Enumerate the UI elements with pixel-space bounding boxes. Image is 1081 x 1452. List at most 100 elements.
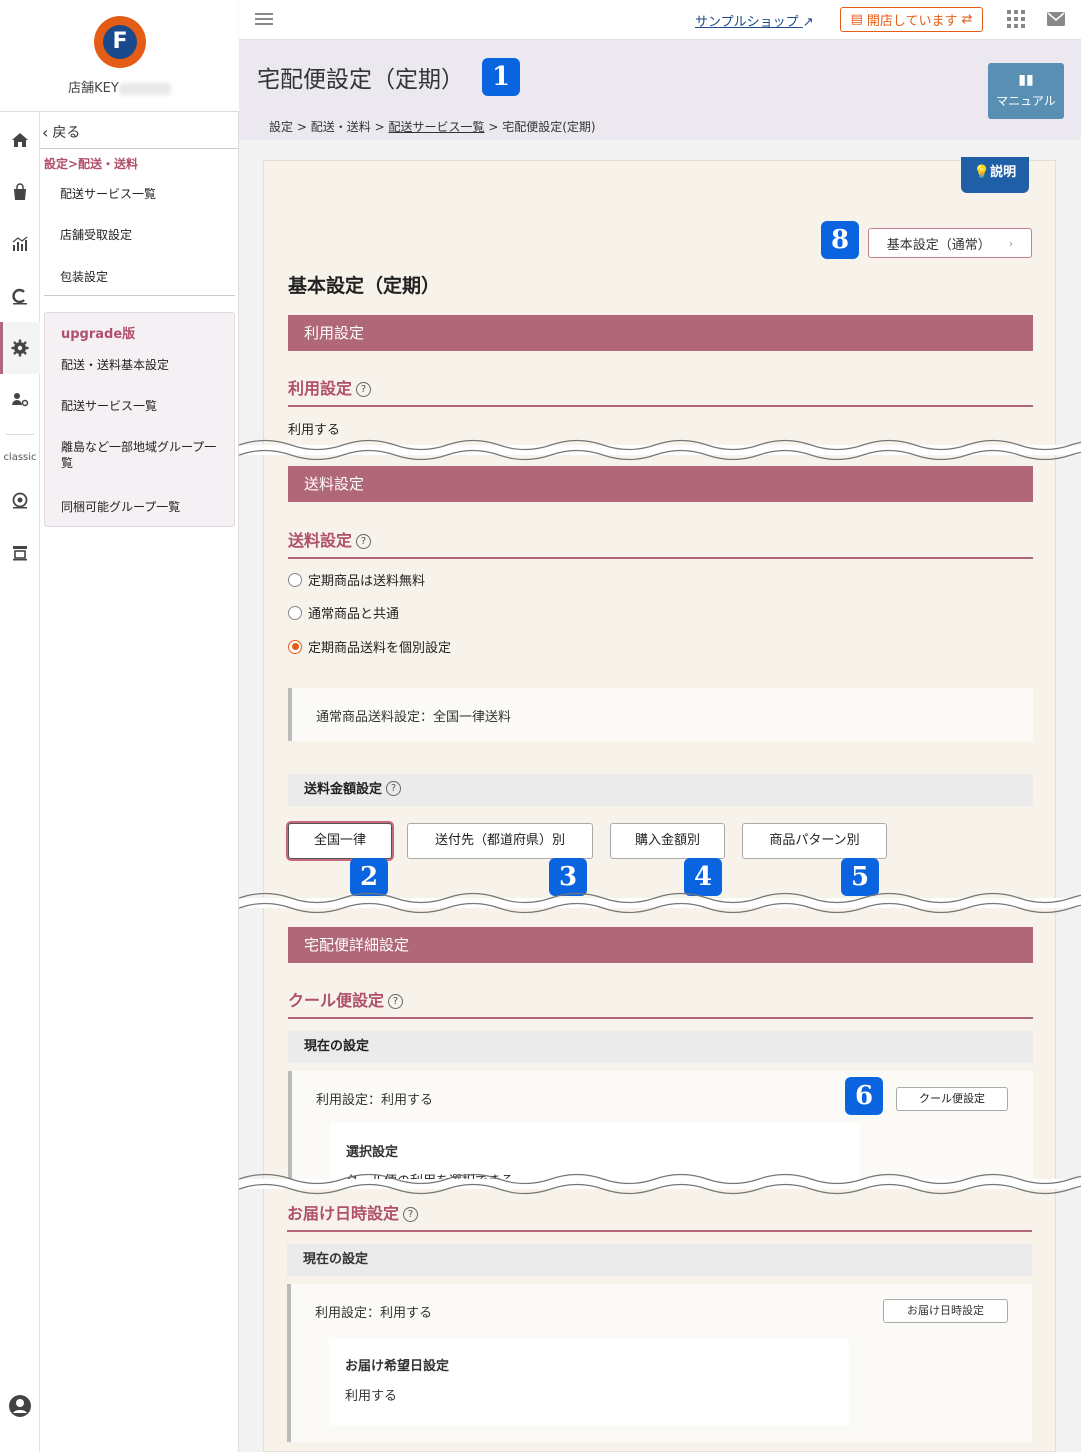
upgrade-title: upgrade版 (61, 327, 136, 342)
breadcrumb-separator: > (374, 120, 385, 134)
cool-select-title: 選択設定 (346, 1145, 399, 1160)
home-icon[interactable] (8, 128, 32, 152)
delivery-heading-label: お届け日時設定 (287, 1204, 400, 1223)
radio-same-as-normal[interactable]: 通常商品と共通 (288, 603, 399, 622)
delivery-usage: 利用設定：利用する (315, 1306, 433, 1321)
divider (40, 148, 239, 149)
manual-label: マニュアル (996, 94, 1056, 108)
amount-button-nationwide[interactable]: 全国一律 (288, 823, 392, 859)
detail-section-bar: 宅配便詳細設定 (288, 927, 1033, 963)
chevron-right-icon: › (1008, 236, 1014, 250)
logo-letter: F (103, 25, 137, 59)
analytics-icon[interactable] (8, 232, 32, 256)
breadcrumb-delivery-services[interactable]: 配送サービス一覧 (388, 120, 484, 134)
rail-divider (6, 434, 34, 435)
back-link[interactable]: ‹ 戻る (42, 122, 80, 142)
submenu-item-delivery-services[interactable]: 配送サービス一覧 (60, 185, 156, 202)
breadcrumb-separator: > (488, 120, 499, 134)
breadcrumb-settings: 設定 (269, 120, 294, 134)
usage-heading-label: 利用設定 (288, 379, 353, 398)
shipping-heading: 送料設定? (288, 527, 1033, 559)
radio-button[interactable] (288, 572, 302, 587)
logo-area: F 店舗KEY (0, 0, 239, 112)
radio-label: 定期商品送料を個別設定 (308, 641, 452, 656)
back-label: 戻る (52, 125, 81, 141)
help-icon[interactable]: ? (356, 382, 372, 397)
upgrade-section: upgrade版 配送・送料基本設定 配送サービス一覧 離島など一部地域グループ… (44, 312, 235, 527)
delivery-settings-button[interactable]: お届け日時設定 (883, 1299, 1008, 1323)
help-icon[interactable]: ? (388, 994, 404, 1009)
upgrade-item-bundle-groups[interactable]: 同梱可能グループ一覧 (61, 499, 223, 515)
submenu-item-store-pickup[interactable]: 店舗受取設定 (60, 226, 132, 243)
shop-key-label: 店舗KEY (68, 81, 119, 96)
user-avatar-icon[interactable] (8, 1394, 32, 1418)
shop-key-redacted (118, 82, 171, 95)
divider (44, 295, 235, 296)
top-bar: サンプルショップ ↗ ▤ 開店しています ⇄ (239, 0, 1081, 40)
usage-heading: 利用設定? (288, 375, 1033, 407)
radio-free-shipping[interactable]: 定期商品は送料無料 (288, 570, 425, 589)
shopping-bag-icon[interactable] (8, 180, 32, 204)
breadcrumb: 設定 > 配送・送料 > 配送サービス一覧 > 宅配便設定(定期) (269, 118, 596, 135)
submenu-item-wrapping[interactable]: 包装設定 (60, 268, 108, 285)
hamburger-menu-icon[interactable] (255, 10, 273, 28)
upgrade-item-basic-settings[interactable]: 配送・送料基本設定 (61, 357, 223, 373)
amount-button-by-purchase-amount[interactable]: 購入金額別 (610, 823, 725, 859)
explain-label: 説明 (990, 165, 1017, 180)
radio-button[interactable] (288, 605, 302, 620)
cool-heading: クール便設定? (288, 987, 1033, 1019)
breadcrumb-shipping: 配送・送料 (310, 120, 371, 134)
store-open-label: 開店しています (866, 14, 958, 29)
help-icon[interactable]: ? (386, 781, 402, 796)
sample-shop-label: サンプルショップ (695, 15, 799, 30)
classic-settings-icon[interactable] (8, 488, 32, 512)
store-open-toggle[interactable]: ▤ 開店しています ⇄ (840, 7, 983, 32)
sample-shop-link[interactable]: サンプルショップ ↗ (695, 11, 814, 30)
delivery-heading: お届け日時設定? (287, 1200, 1032, 1232)
settings-submenu: ‹ 戻る 設定>配送・送料 配送サービス一覧 店舗受取設定 包装設定 upgra… (40, 112, 239, 1452)
cool-usage: 利用設定：利用する (316, 1093, 434, 1108)
radio-individual-setting[interactable]: 定期商品送料を個別設定 (288, 637, 451, 656)
classic-label: classic (3, 452, 37, 463)
apps-grid-icon[interactable] (1007, 10, 1025, 28)
delivery-wish-title: お届け希望日設定 (345, 1359, 450, 1374)
book-icon: ▮▮ (1018, 72, 1034, 88)
cool-current-bar: 現在の設定 (288, 1031, 1033, 1063)
normal-shipping-info: 通常商品送料設定：全国一律送料 (316, 710, 512, 725)
card-title: 基本設定（定期） (288, 275, 441, 297)
marker-1: 1 (482, 58, 520, 96)
breadcrumb-separator: > (296, 120, 307, 134)
amount-heading: 送料金額設定 (304, 782, 383, 797)
upgrade-item-delivery-services[interactable]: 配送サービス一覧 (61, 398, 223, 414)
radio-button-selected[interactable] (288, 639, 302, 654)
coupon-icon[interactable] (8, 284, 32, 308)
amount-button-by-prefecture[interactable]: 送付先（都道府県）別 (407, 823, 593, 859)
amount-button-by-product-pattern[interactable]: 商品パターン別 (742, 823, 887, 859)
basic-settings-normal-button[interactable]: 基本設定（通常） › (868, 228, 1032, 258)
amount-setting-bar: 送料金額設定? (288, 774, 1033, 806)
external-link-icon: ↗ (802, 15, 814, 30)
settings-gear-icon[interactable] (8, 336, 32, 360)
basic-settings-normal-label: 基本設定（通常） (886, 237, 991, 253)
page-title: 宅配便設定（定期） (257, 67, 464, 93)
lightbulb-icon: 💡 (973, 165, 991, 180)
classic-shop-icon[interactable] (8, 540, 32, 564)
manual-button[interactable]: ▮▮ マニュアル (988, 63, 1064, 119)
shipping-section-bar: 送料設定 (288, 466, 1033, 502)
marker-6: 6 (845, 1077, 883, 1115)
explain-button[interactable]: 💡説明 (961, 157, 1029, 193)
radio-label: 通常商品と共通 (308, 607, 400, 622)
cool-heading-label: クール便設定 (288, 991, 385, 1010)
help-icon[interactable]: ? (356, 534, 372, 549)
help-icon[interactable]: ? (403, 1207, 419, 1222)
wave-separator (239, 1173, 1081, 1195)
logo[interactable]: F (94, 16, 146, 68)
page-header: 宅配便設定（定期） ▮▮ マニュアル 設定 > 配送・送料 > 配送サービス一覧… (239, 40, 1081, 140)
upgrade-item-remote-islands[interactable]: 離島など一部地域グループ一覧 (61, 439, 223, 471)
marker-8: 8 (821, 221, 859, 259)
normal-shipping-info-box: 通常商品送料設定：全国一律送料 (288, 688, 1033, 741)
cool-settings-button[interactable]: クール便設定 (896, 1087, 1008, 1111)
mail-icon[interactable] (1047, 12, 1065, 26)
wave-separator (239, 892, 1081, 914)
user-settings-icon[interactable] (8, 388, 32, 412)
